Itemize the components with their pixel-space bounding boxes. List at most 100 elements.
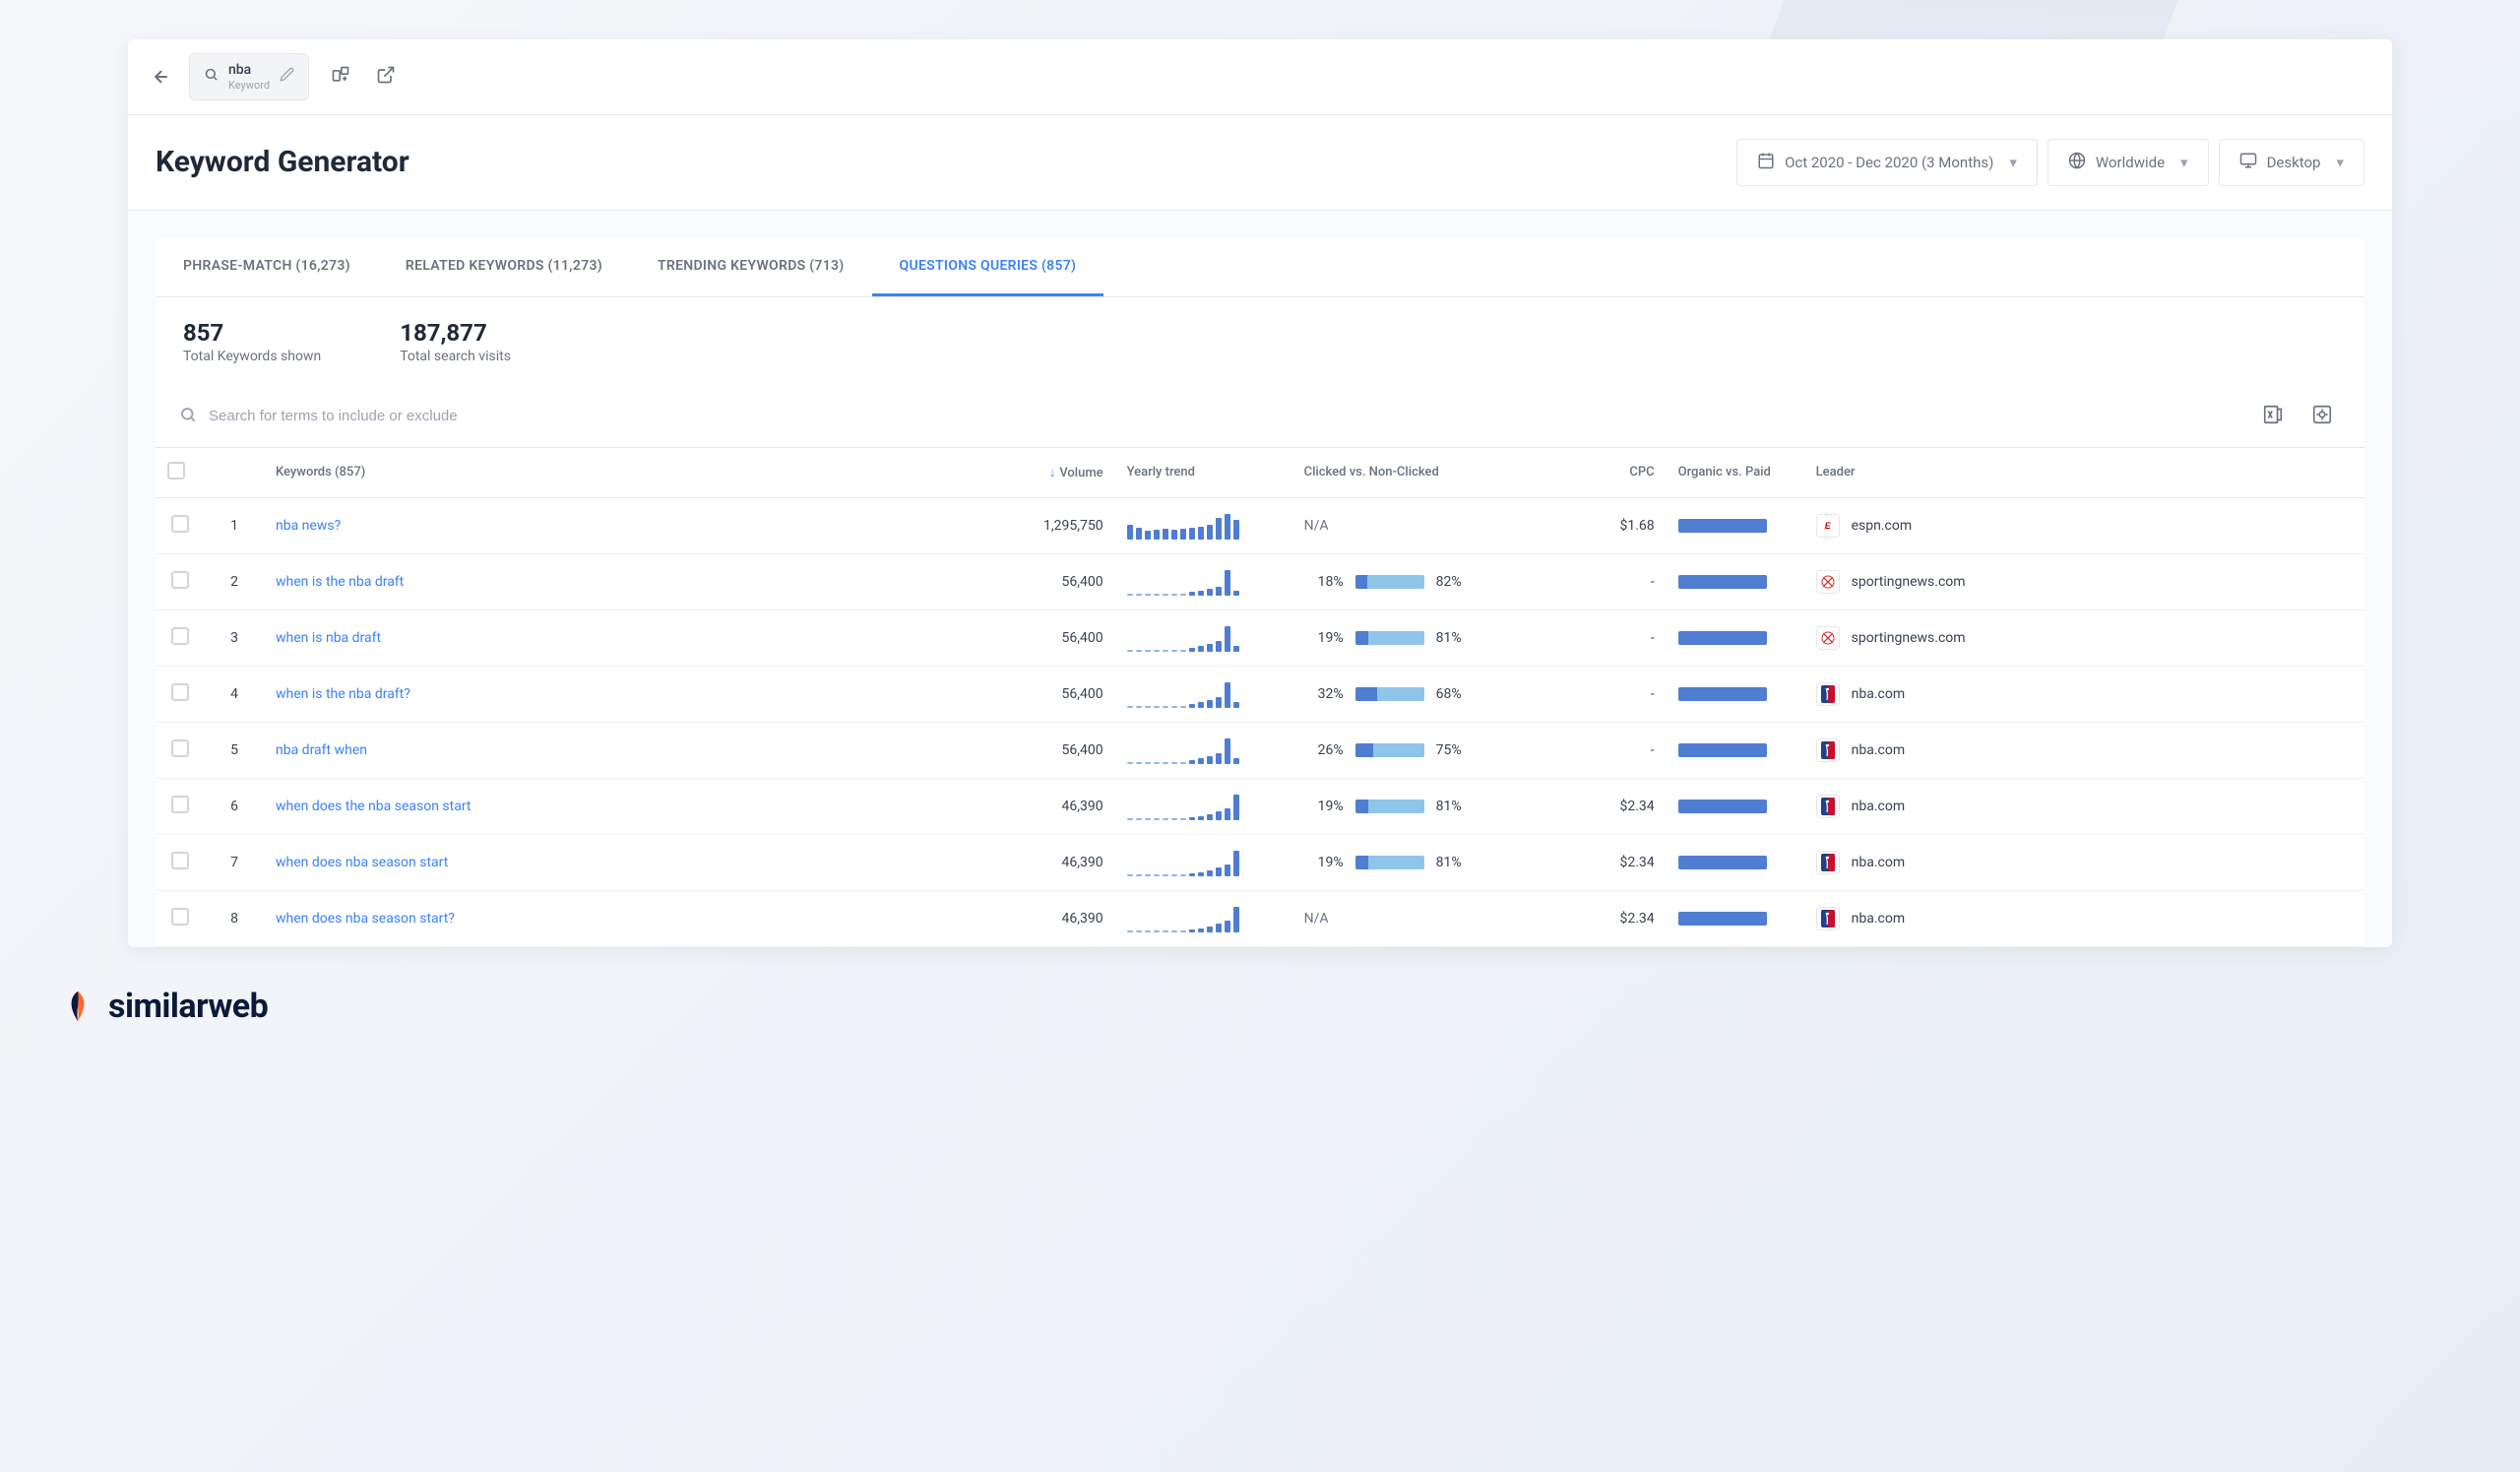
row-checkbox[interactable] xyxy=(171,627,189,645)
external-link-icon[interactable] xyxy=(372,61,400,93)
back-button[interactable] xyxy=(152,67,171,87)
row-checkbox[interactable] xyxy=(171,515,189,533)
compare-icon[interactable] xyxy=(327,61,354,93)
clicked-cell: 19%81% xyxy=(1292,834,1568,890)
header-row: Keyword Generator Oct 2020 - Dec 2020 (3… xyxy=(128,115,2392,211)
leader-cell: sportingnews.com xyxy=(1804,609,2364,666)
organic-bar xyxy=(1667,497,1804,553)
summary-total-keywords: 857 Total Keywords shown xyxy=(183,319,321,364)
row-checkbox[interactable] xyxy=(171,908,189,926)
device-filter[interactable]: Desktop ▾ xyxy=(2219,139,2364,186)
keyword-link[interactable]: when does nba season start? xyxy=(276,911,455,927)
brand-logo-icon xyxy=(59,988,96,1025)
clicked-cell: N/A xyxy=(1292,890,1568,946)
tab[interactable]: TRENDING KEYWORDS (713) xyxy=(630,238,872,296)
col-volume[interactable]: ↓Volume xyxy=(977,447,1115,497)
keyword-link[interactable]: nba news? xyxy=(276,518,341,534)
keyword-pill[interactable]: nba Keyword xyxy=(189,53,309,100)
row-index: 5 xyxy=(205,722,264,778)
content-area: PHRASE-MATCH (16,273)RELATED KEYWORDS (1… xyxy=(128,211,2392,947)
clicked-cell: N/A xyxy=(1292,497,1568,553)
row-checkbox[interactable] xyxy=(171,852,189,869)
desktop-icon xyxy=(2239,152,2257,173)
table-row: 2when is the nba draft56,40018%82%-sport… xyxy=(156,553,2364,609)
row-checkbox[interactable] xyxy=(171,796,189,813)
leader-favicon: E xyxy=(1816,514,1840,538)
organic-bar xyxy=(1667,666,1804,722)
leader-favicon xyxy=(1816,626,1840,650)
keyword-link[interactable]: when is the nba draft? xyxy=(276,686,410,702)
brand-footer: similarweb xyxy=(39,947,2481,1046)
trend-sparkline xyxy=(1115,553,1292,609)
tabs: PHRASE-MATCH (16,273)RELATED KEYWORDS (1… xyxy=(156,238,2364,297)
date-range-filter[interactable]: Oct 2020 - Dec 2020 (3 Months) ▾ xyxy=(1736,139,2038,186)
summary-total-visits: 187,877 Total search visits xyxy=(400,319,511,364)
leader-favicon xyxy=(1816,907,1840,930)
keyword-link[interactable]: when does the nba season start xyxy=(276,799,472,814)
table-row: 6when does the nba season start46,39019%… xyxy=(156,778,2364,834)
col-organic[interactable]: Organic vs. Paid xyxy=(1667,447,1804,497)
col-clicked[interactable]: Clicked vs. Non-Clicked xyxy=(1292,447,1568,497)
clicked-cell: 18%82% xyxy=(1292,553,1568,609)
settings-icon[interactable] xyxy=(2303,400,2341,433)
keyword-link[interactable]: nba draft when xyxy=(276,742,367,758)
brand-name: similarweb xyxy=(108,987,268,1026)
row-checkbox[interactable] xyxy=(171,571,189,589)
cpc-value: $2.34 xyxy=(1568,890,1667,946)
row-index: 1 xyxy=(205,497,264,553)
row-index: 4 xyxy=(205,666,264,722)
tab[interactable]: PHRASE-MATCH (16,273) xyxy=(156,238,378,296)
col-keywords[interactable]: Keywords (857) xyxy=(264,447,977,497)
tab[interactable]: RELATED KEYWORDS (11,273) xyxy=(378,238,630,296)
trend-sparkline xyxy=(1115,834,1292,890)
row-checkbox[interactable] xyxy=(171,683,189,701)
trend-sparkline xyxy=(1115,722,1292,778)
clicked-cell: 32%68% xyxy=(1292,666,1568,722)
chevron-down-icon: ▾ xyxy=(2009,154,2017,171)
table-row: 8when does nba season start?46,390N/A$2.… xyxy=(156,890,2364,946)
trend-sparkline xyxy=(1115,497,1292,553)
cpc-value: - xyxy=(1568,609,1667,666)
keyword-link[interactable]: when does nba season start xyxy=(276,855,448,870)
volume-value: 56,400 xyxy=(977,666,1115,722)
keyword-type: Keyword xyxy=(228,79,270,92)
row-index: 7 xyxy=(205,834,264,890)
region-label: Worldwide xyxy=(2096,154,2165,171)
keyword-link[interactable]: when is nba draft xyxy=(276,630,381,646)
organic-bar xyxy=(1667,834,1804,890)
volume-value: 56,400 xyxy=(977,553,1115,609)
calendar-icon xyxy=(1757,152,1775,173)
leader-domain: sportingnews.com xyxy=(1852,630,1966,646)
leader-domain: nba.com xyxy=(1852,911,1906,927)
edit-icon[interactable] xyxy=(280,67,294,86)
organic-bar xyxy=(1667,890,1804,946)
region-filter[interactable]: Worldwide ▾ xyxy=(2048,139,2209,186)
row-index: 2 xyxy=(205,553,264,609)
excel-export-icon[interactable] xyxy=(2254,400,2292,433)
trend-sparkline xyxy=(1115,890,1292,946)
col-trend[interactable]: Yearly trend xyxy=(1115,447,1292,497)
table-row: 3when is nba draft56,40019%81%-sportingn… xyxy=(156,609,2364,666)
leader-domain: nba.com xyxy=(1852,799,1906,814)
cpc-value: - xyxy=(1568,666,1667,722)
tab[interactable]: QUESTIONS QUERIES (857) xyxy=(872,238,1104,296)
globe-icon xyxy=(2068,152,2086,173)
trend-sparkline xyxy=(1115,609,1292,666)
cpc-value: - xyxy=(1568,553,1667,609)
leader-favicon xyxy=(1816,682,1840,706)
row-checkbox[interactable] xyxy=(171,739,189,757)
volume-value: 46,390 xyxy=(977,778,1115,834)
top-bar: nba Keyword xyxy=(128,39,2392,115)
col-leader[interactable]: Leader xyxy=(1804,447,2364,497)
keyword-link[interactable]: when is the nba draft xyxy=(276,574,404,590)
col-cpc[interactable]: CPC xyxy=(1568,447,1667,497)
table-search-input[interactable] xyxy=(209,408,2242,424)
keyword-term: nba xyxy=(228,62,270,79)
select-all-checkbox[interactable] xyxy=(167,462,185,480)
volume-value: 56,400 xyxy=(977,722,1115,778)
leader-favicon xyxy=(1816,795,1840,818)
leader-domain: espn.com xyxy=(1852,518,1913,534)
search-icon xyxy=(204,67,219,86)
search-icon xyxy=(179,406,197,427)
organic-bar xyxy=(1667,553,1804,609)
